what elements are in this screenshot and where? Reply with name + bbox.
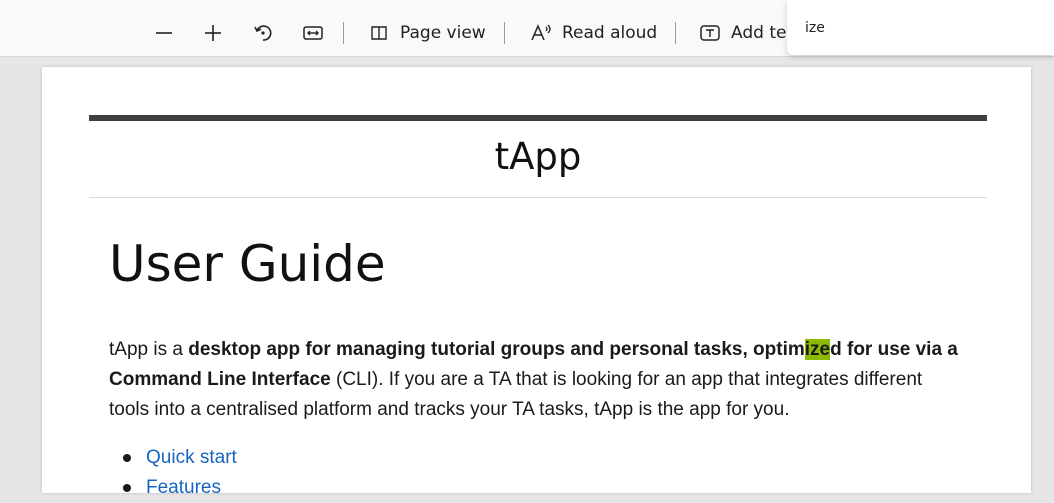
page-view-label: Page view <box>400 23 486 43</box>
intro-bold-1: desktop app for managing tutorial groups… <box>188 339 805 360</box>
pdf-page: tApp User Guide tApp is a desktop app fo… <box>42 67 1031 498</box>
toc-item: Features <box>109 473 237 503</box>
read-aloud-icon <box>528 20 554 46</box>
title-divider <box>89 197 987 198</box>
add-text-icon <box>697 20 723 46</box>
toc-item: Quick start <box>109 443 237 473</box>
fit-width-icon <box>300 20 326 46</box>
toc-link-features[interactable]: Features <box>146 477 221 498</box>
toolbar-divider <box>504 22 505 44</box>
page-view-button[interactable]: Page view <box>366 14 486 52</box>
rotate-icon <box>250 20 276 46</box>
page-view-icon <box>366 20 392 46</box>
toolbar-divider <box>343 22 344 44</box>
minus-icon <box>151 20 177 46</box>
rotate-button[interactable] <box>250 14 276 52</box>
plus-icon <box>200 20 226 46</box>
zoom-in-button[interactable] <box>200 14 226 52</box>
page-heading: User Guide <box>109 235 386 293</box>
intro-text-1: tApp is a <box>109 339 189 360</box>
toc-link-quick-start[interactable]: Quick start <box>146 447 237 468</box>
zoom-out-button[interactable] <box>151 14 177 52</box>
find-in-page-box <box>787 0 1054 55</box>
site-title: tApp <box>494 135 582 178</box>
intro-paragraph: tApp is a desktop app for managing tutor… <box>109 335 959 425</box>
add-text-button[interactable]: Add te <box>697 14 786 52</box>
table-of-contents: Quick start Features <box>109 443 237 503</box>
fit-width-button[interactable] <box>300 14 326 52</box>
search-match-highlight: ize <box>804 339 831 360</box>
read-aloud-label: Read aloud <box>562 23 658 43</box>
add-text-label: Add te <box>731 23 787 43</box>
read-aloud-button[interactable]: Read aloud <box>528 14 657 52</box>
find-input[interactable] <box>799 14 1051 42</box>
toolbar-divider <box>675 22 676 44</box>
header-rule <box>89 115 987 121</box>
